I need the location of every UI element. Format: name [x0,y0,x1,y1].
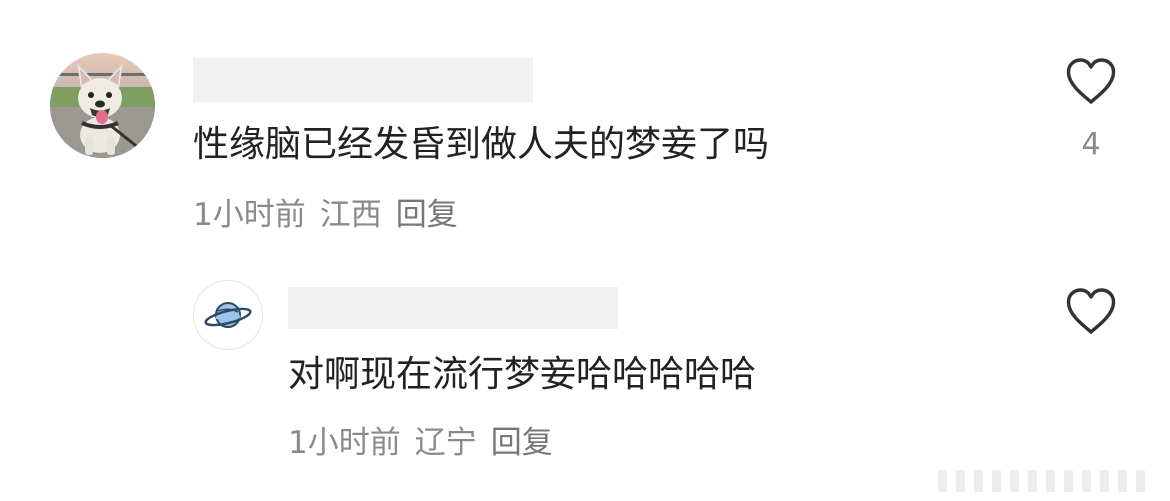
comment-text: 对啊现在流行梦妾哈哈哈哈哈 [288,354,757,395]
comment-text: 性缘脑已经发昏到做人夫的梦妾了吗 [193,124,770,165]
comment-meta: 1小时前 江西 回复 [193,195,472,235]
comment-time: 1小时前 [193,197,306,233]
user-avatar[interactable] [50,53,155,158]
comment-location: 江西 [319,197,382,233]
comment-thread: 性缘脑已经发昏到做人夫的梦妾了吗 1小时前 江西 回复 4 对啊现在流行梦妾哈哈哈哈… [0,0,1170,501]
like-button[interactable] [1065,287,1117,339]
like-count: 4 [1081,127,1101,162]
comment-time: 1小时前 [288,425,401,461]
username-redacted[interactable] [288,287,618,329]
french-bulldog-avatar-icon [50,53,155,158]
heart-outline-icon [1066,288,1116,334]
like-button[interactable] [1065,57,1117,109]
reply-button[interactable]: 回复 [491,425,553,461]
reply-button[interactable]: 回复 [396,197,458,233]
planet-avatar-icon [204,302,252,328]
comment-location: 辽宁 [414,425,477,461]
watermark-bars [938,470,1145,492]
heart-outline-icon [1066,58,1116,104]
user-avatar[interactable] [193,280,263,350]
comment-meta: 1小时前 辽宁 回复 [288,423,567,463]
username-redacted[interactable] [193,58,533,102]
